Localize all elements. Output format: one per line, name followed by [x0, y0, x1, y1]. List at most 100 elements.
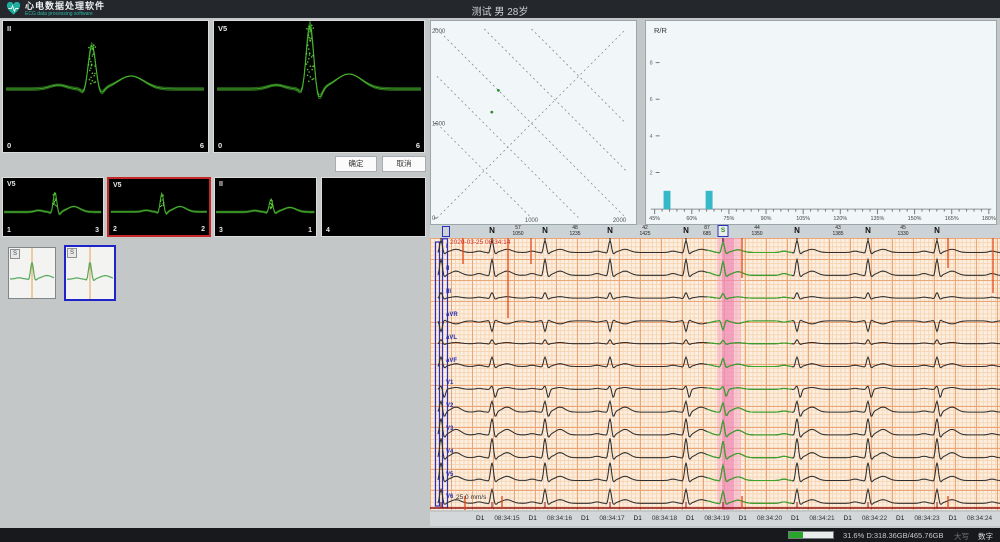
rr-ms-value: 1050 — [512, 231, 523, 237]
lead-label-v3: V3 — [446, 426, 453, 432]
rr-histogram[interactable]: R/R 45%60%75%90%105%120%135%150%165%180%… — [645, 20, 997, 225]
timeline-time: 08:34:22 — [862, 515, 887, 522]
timeline-entry: D1 08:34:23 — [896, 515, 940, 522]
lead-label-v2: V2 — [446, 403, 453, 409]
timeline-day-label: D1 — [529, 515, 537, 522]
beat-label-normal[interactable]: N — [794, 226, 800, 235]
lead-label: II — [7, 24, 11, 33]
ecg-software-window: { "titlebar": { "app_name": "心电数据处理软件", … — [0, 0, 1000, 542]
disk-usage-progressbar — [788, 531, 834, 539]
lead-label-v6: V6 — [446, 494, 453, 500]
timeline-day-label: D1 — [634, 515, 642, 522]
timeline-day-label: D1 — [896, 515, 904, 522]
lead-label-v1: V1 — [446, 380, 453, 386]
timeline-day-label: D1 — [791, 515, 799, 522]
timeline-entry: D1 08:34:24 — [949, 515, 993, 522]
timeline-entry: D108:34:19 — [686, 515, 730, 522]
timeline-day-label: D1 — [476, 515, 484, 522]
beat-label-normal[interactable]: N — [542, 226, 548, 235]
timeline-entry: D108:34:20 — [739, 515, 783, 522]
range-start: 0 — [218, 141, 222, 150]
svg-text:60%: 60% — [686, 216, 697, 222]
timeline-time: 08:34:23 — [914, 515, 939, 522]
timeline-entry: D108:34:18 — [634, 515, 678, 522]
ecg-strip-paper[interactable]: 2020-03-25 08:34:14 25.0 mm/s IIIIIIaVRa… — [430, 238, 1000, 510]
svg-text:2000: 2000 — [613, 218, 627, 224]
timeline-time: 08:34:24 — [967, 515, 992, 522]
class-index: 1 — [7, 227, 11, 234]
ok-button[interactable]: 确定 — [335, 156, 377, 172]
beat-label-normal[interactable]: N — [934, 226, 940, 235]
hr-rr-annotation: 441350 — [751, 225, 762, 237]
svg-text:2000: 2000 — [432, 29, 446, 35]
beat-class-panel-1[interactable]: V513 — [2, 177, 104, 237]
rr-ms-value: 685 — [703, 231, 711, 237]
beat-label-normal[interactable]: N — [489, 226, 495, 235]
beat-count: 1 — [308, 227, 312, 234]
beat-label-normal[interactable]: N — [607, 226, 613, 235]
beat-class-panels: V513V522II314 — [2, 177, 426, 237]
beat-count: 3 — [95, 227, 99, 234]
rr-lorenz-plot[interactable]: 01000200010002000 — [430, 20, 637, 225]
svg-text:0: 0 — [432, 216, 436, 222]
lead-label-v4: V4 — [446, 449, 453, 455]
svg-text:180%: 180% — [982, 216, 996, 222]
timeline-entry: D108:34:17 — [581, 515, 625, 522]
ime-digit-indicator[interactable]: 数字 — [978, 531, 993, 542]
beat-class-panel-4[interactable]: 4 — [321, 177, 426, 237]
beat-label-normal[interactable]: N — [865, 226, 871, 235]
beat-thumbnail-2[interactable]: S — [64, 245, 116, 301]
average-beat-panel-ii[interactable]: II 0 6 — [2, 20, 209, 153]
svg-text:75%: 75% — [723, 216, 734, 222]
beat-type-badge: S — [10, 249, 20, 259]
timeline-time: 08:34:16 — [547, 515, 572, 522]
svg-text:90%: 90% — [761, 216, 772, 222]
rr-ms-value: 1330 — [897, 231, 908, 237]
svg-text:8: 8 — [650, 61, 653, 67]
svg-text:165%: 165% — [945, 216, 959, 222]
timeline-time: 08:34:17 — [599, 515, 624, 522]
hr-rr-annotation: 87685 — [703, 225, 711, 237]
timeline-day-label: D1 — [949, 515, 957, 522]
lead-label-ii: II — [446, 266, 449, 272]
beat-thumbnail-1[interactable]: S — [8, 247, 56, 299]
hr-rr-annotation: 571050 — [512, 225, 523, 237]
beat-class-panel-2[interactable]: V522 — [107, 177, 211, 237]
svg-text:150%: 150% — [908, 216, 922, 222]
rr-ms-value: 1425 — [639, 231, 650, 237]
lead-label: V5 — [218, 24, 227, 33]
disk-usage-text: 31.6% D:318.36GB/465.76GB — [843, 531, 944, 540]
calibration-mark — [442, 226, 450, 237]
beat-annotation-band[interactable]: N571050N481235N421425N87685S441350N43138… — [430, 225, 1000, 238]
hr-rr-annotation: 451330 — [897, 225, 908, 237]
lead-label-avr: aVR — [446, 312, 458, 318]
beat-class-panel-3[interactable]: II31 — [214, 177, 317, 237]
range-start: 0 — [7, 141, 11, 150]
ime-caps-indicator[interactable]: 大写 — [954, 531, 969, 542]
rr-ms-value: 1385 — [832, 231, 843, 237]
average-beat-panel-v5[interactable]: V5 0 6 — [213, 20, 425, 153]
lead-label-iii: III — [446, 289, 451, 295]
rr-ms-value: 1235 — [569, 231, 580, 237]
titlebar: 心电数据处理软件 ECG data processing software 测试… — [0, 0, 1000, 18]
beat-label-supraventricular-selected[interactable]: S — [718, 225, 729, 237]
lead-label-avf: aVF — [446, 358, 457, 364]
timeline-time: 08:34:15 — [494, 515, 519, 522]
timeline-day-label: D1 — [739, 515, 747, 522]
hr-rr-annotation: 431385 — [832, 225, 843, 237]
ecg-strip-traces — [430, 238, 1000, 510]
paper-speed-label: 25.0 mm/s — [456, 494, 486, 501]
cancel-button[interactable]: 取消 — [382, 156, 426, 172]
beat-label-normal[interactable]: N — [683, 226, 689, 235]
svg-text:2: 2 — [650, 170, 653, 176]
lead-label: V5 — [113, 182, 122, 189]
patient-title: 测试 男 28岁 — [0, 3, 1000, 18]
class-index: 2 — [113, 226, 117, 233]
hr-rr-annotation: 481235 — [569, 225, 580, 237]
beat-type-badge: S — [67, 248, 77, 258]
strip-timeline[interactable]: D108:34:15D108:34:16D108:34:17D108:34:18… — [430, 512, 1000, 526]
svg-text:4: 4 — [650, 134, 653, 140]
beat-thumbnails: SS — [8, 245, 148, 305]
timeline-entry: D108:34:22 — [844, 515, 888, 522]
timeline-entry: D1 08:34:15 — [476, 515, 520, 522]
